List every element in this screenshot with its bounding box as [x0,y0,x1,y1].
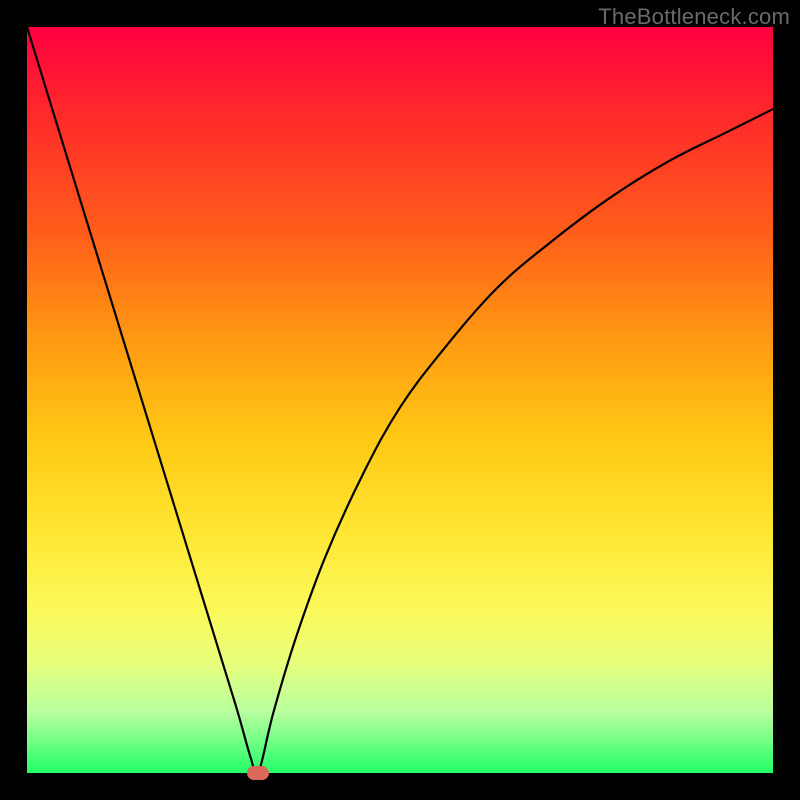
minimum-marker [247,766,269,780]
curve-path [27,27,773,773]
watermark-text: TheBottleneck.com [598,4,790,30]
plot-area [27,27,773,773]
chart-frame: TheBottleneck.com [0,0,800,800]
bottleneck-curve [27,27,773,773]
